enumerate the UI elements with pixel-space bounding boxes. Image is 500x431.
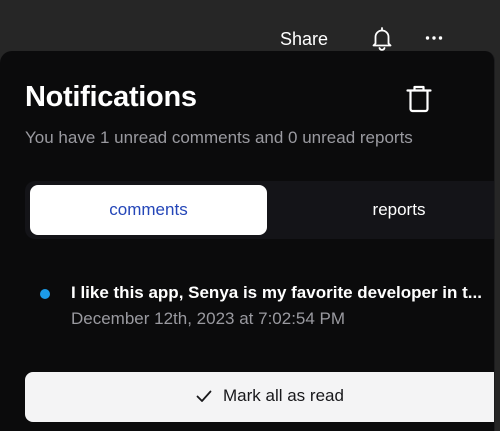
notification-timestamp: December 12th, 2023 at 7:02:54 PM (71, 309, 346, 328)
unread-summary: You have 1 unread comments and 0 unread … (25, 128, 413, 147)
unread-indicator (40, 289, 50, 299)
check-icon (196, 390, 212, 402)
panel-title: Notifications (25, 81, 197, 113)
more-options-button[interactable] (418, 22, 450, 54)
mark-all-read-button[interactable]: Mark all as read (25, 372, 494, 422)
more-horizontal-icon (425, 36, 443, 40)
share-button[interactable]: Share (272, 24, 336, 54)
notifications-panel: Notifications You have 1 unread comments… (0, 51, 495, 431)
notification-tabs: comments reports (25, 181, 494, 239)
tab-reports[interactable]: reports (283, 185, 494, 235)
tab-comments[interactable]: comments (30, 185, 267, 235)
mark-all-read-label: Mark all as read (223, 386, 344, 405)
notification-item[interactable]: I like this app, Senya is my favorite de… (25, 273, 494, 333)
notifications-button[interactable] (366, 22, 398, 54)
notification-text: I like this app, Senya is my favorite de… (71, 283, 482, 302)
bell-icon (372, 27, 392, 51)
delete-all-button[interactable] (402, 81, 436, 115)
trash-icon (406, 85, 432, 113)
